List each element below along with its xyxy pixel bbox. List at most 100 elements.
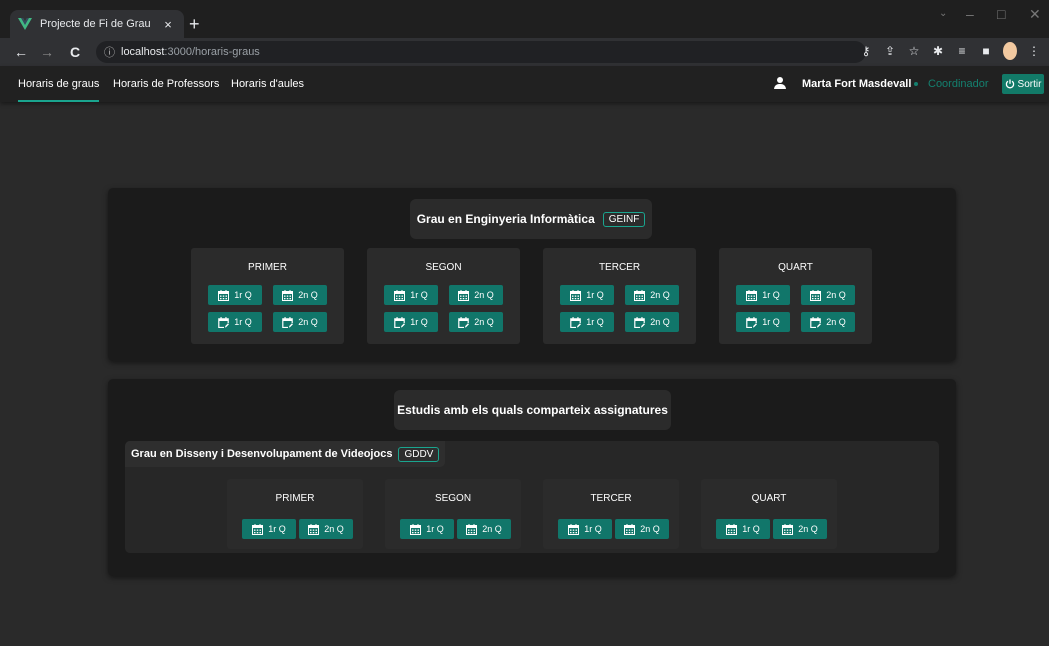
quarter-label: 1r Q xyxy=(762,317,780,327)
shared-degree-title: Grau en Disseny i Desenvolupament de Vid… xyxy=(125,441,446,467)
back-icon[interactable]: ← xyxy=(10,44,32,60)
calendar-icon xyxy=(308,523,320,535)
bookmark-star-icon[interactable]: ☆ xyxy=(907,44,921,58)
quarter-label: 1r Q xyxy=(586,290,604,300)
browser-tab[interactable]: Projecte de Fi de Grau × xyxy=(10,10,184,38)
view-schedule-q1-button[interactable]: 1r Q xyxy=(736,285,790,305)
view-schedule-q1-button[interactable]: 1r Q xyxy=(384,285,438,305)
close-window-icon[interactable]: ✕ xyxy=(1029,6,1041,23)
quarter-label: 1r Q xyxy=(584,524,602,534)
shared-studies-panel: Estudis amb els quals comparteix assigna… xyxy=(108,379,956,576)
calendar-icon xyxy=(624,523,636,535)
year-label: QUART xyxy=(751,493,787,504)
maximize-icon[interactable]: □ xyxy=(997,6,1005,22)
edit-schedule-q1-button[interactable]: 1r Q xyxy=(208,312,262,332)
tab-horaris-graus[interactable]: Horaris de graus xyxy=(18,66,100,102)
quarter-label: 1r Q xyxy=(426,524,444,534)
logout-button[interactable]: Sortir xyxy=(1002,74,1044,94)
year-card-primer: PRIMER 1r Q 2n Q 1r Q 2n Q xyxy=(191,248,344,344)
view-schedule-q1-button[interactable]: 1r Q xyxy=(716,519,770,539)
extensions-icon[interactable]: ✱ xyxy=(931,44,945,58)
vue-logo-icon xyxy=(18,18,32,30)
quarter-label: 2n Q xyxy=(650,317,670,327)
reading-list-icon[interactable]: ≡ xyxy=(955,44,969,58)
view-schedule-q2-button[interactable]: 2n Q xyxy=(299,519,353,539)
year-card-tercer: TERCER 1r Q 2n Q 1r Q 2n Q xyxy=(543,248,696,344)
edit-schedule-q1-button[interactable]: 1r Q xyxy=(736,312,790,332)
calendar-icon xyxy=(568,523,580,535)
view-schedule-q2-button[interactable]: 2n Q xyxy=(773,519,827,539)
edit-schedule-q2-button[interactable]: 2n Q xyxy=(625,312,679,332)
quarter-label: 2n Q xyxy=(826,290,846,300)
view-schedule-q2-button[interactable]: 2n Q xyxy=(273,285,327,305)
address-bar[interactable]: ⓘ localhost :3000/horaris-graus xyxy=(96,41,866,63)
shared-degree-code-badge: GDDV xyxy=(398,446,440,462)
view-schedule-q2-button[interactable]: 2n Q xyxy=(457,519,511,539)
calendar-edit-icon xyxy=(570,316,582,328)
quarter-label: 2n Q xyxy=(324,524,344,534)
share-icon[interactable]: ⇪ xyxy=(883,44,897,58)
main-degree-code-badge: GEINF xyxy=(602,211,646,227)
quarter-label: 2n Q xyxy=(640,524,660,534)
year-label: QUART xyxy=(778,262,813,273)
calendar-icon xyxy=(458,289,470,301)
view-schedule-q1-button[interactable]: 1r Q xyxy=(242,519,296,539)
toolbar-icons: ⚷ ⇪ ☆ ✱ ≡ ■ ⋮ xyxy=(859,42,1041,60)
menu-kebab-icon[interactable]: ⋮ xyxy=(1027,44,1041,58)
quarter-label: 1r Q xyxy=(234,290,252,300)
edit-schedule-q2-button[interactable]: 2n Q xyxy=(801,312,855,332)
main-degree-panel: Grau en Enginyeria Informàtica GEINF PRI… xyxy=(108,188,956,361)
tab-horaris-professors[interactable]: Horaris de Professors xyxy=(113,66,219,102)
new-tab-icon[interactable]: + xyxy=(189,15,200,33)
year-label: TERCER xyxy=(598,262,641,273)
calendar-icon xyxy=(466,523,478,535)
minimize-icon[interactable]: – xyxy=(966,6,974,22)
site-info-icon[interactable]: ⓘ xyxy=(104,44,115,60)
calendar-icon xyxy=(282,289,294,301)
quarter-label: 1r Q xyxy=(762,290,780,300)
app-header: Horaris de graus Horaris de Professors H… xyxy=(0,66,1049,102)
reload-icon[interactable]: C xyxy=(64,44,86,60)
tab-search-icon[interactable]: ⌄ xyxy=(939,8,947,19)
calendar-icon xyxy=(218,289,230,301)
browser-tab-title: Projecte de Fi de Grau xyxy=(40,18,151,30)
edit-schedule-q2-button[interactable]: 2n Q xyxy=(273,312,327,332)
year-card-segon: SEGON 1r Q 2n Q 1r Q 2n Q xyxy=(367,248,520,344)
calendar-edit-icon xyxy=(282,316,294,328)
quarter-label: 2n Q xyxy=(474,290,494,300)
calendar-icon xyxy=(394,289,406,301)
url-path: :3000/horaris-graus xyxy=(164,46,260,58)
view-schedule-q1-button[interactable]: 1r Q xyxy=(400,519,454,539)
user-role: Coordinador xyxy=(928,78,989,90)
calendar-edit-icon xyxy=(746,316,758,328)
view-schedule-q2-button[interactable]: 2n Q xyxy=(625,285,679,305)
tab-close-icon[interactable]: × xyxy=(160,17,176,32)
year-label: SEGON xyxy=(434,493,472,504)
logout-label: Sortir xyxy=(1017,78,1042,90)
view-schedule-q1-button[interactable]: 1r Q xyxy=(558,519,612,539)
view-schedule-q2-button[interactable]: 2n Q xyxy=(449,285,503,305)
edit-schedule-q2-button[interactable]: 2n Q xyxy=(449,312,503,332)
edit-schedule-q1-button[interactable]: 1r Q xyxy=(384,312,438,332)
edit-schedule-q1-button[interactable]: 1r Q xyxy=(560,312,614,332)
url-host: localhost xyxy=(121,46,165,58)
key-icon[interactable]: ⚷ xyxy=(859,44,873,58)
main-degree-title: Grau en Enginyeria Informàtica GEINF xyxy=(410,199,652,239)
forward-icon[interactable]: → xyxy=(36,44,58,60)
year-card-segon: SEGON 1r Q 2n Q xyxy=(385,479,521,549)
calendar-icon xyxy=(410,523,422,535)
view-schedule-q2-button[interactable]: 2n Q xyxy=(801,285,855,305)
view-schedule-q1-button[interactable]: 1r Q xyxy=(208,285,262,305)
quarter-label: 1r Q xyxy=(268,524,286,534)
year-label: PRIMER xyxy=(248,262,287,273)
view-schedule-q2-button[interactable]: 2n Q xyxy=(615,519,669,539)
quarter-label: 1r Q xyxy=(234,317,252,327)
quarter-label: 2n Q xyxy=(650,290,670,300)
tab-horaris-aules[interactable]: Horaris d'aules xyxy=(231,66,304,102)
year-label: SEGON xyxy=(425,262,462,273)
view-schedule-q1-button[interactable]: 1r Q xyxy=(560,285,614,305)
shared-degree-name: Grau en Disseny i Desenvolupament de Vid… xyxy=(131,448,393,460)
profile-avatar[interactable] xyxy=(1003,42,1017,60)
quarter-label: 1r Q xyxy=(586,317,604,327)
side-panel-icon[interactable]: ■ xyxy=(979,44,993,58)
